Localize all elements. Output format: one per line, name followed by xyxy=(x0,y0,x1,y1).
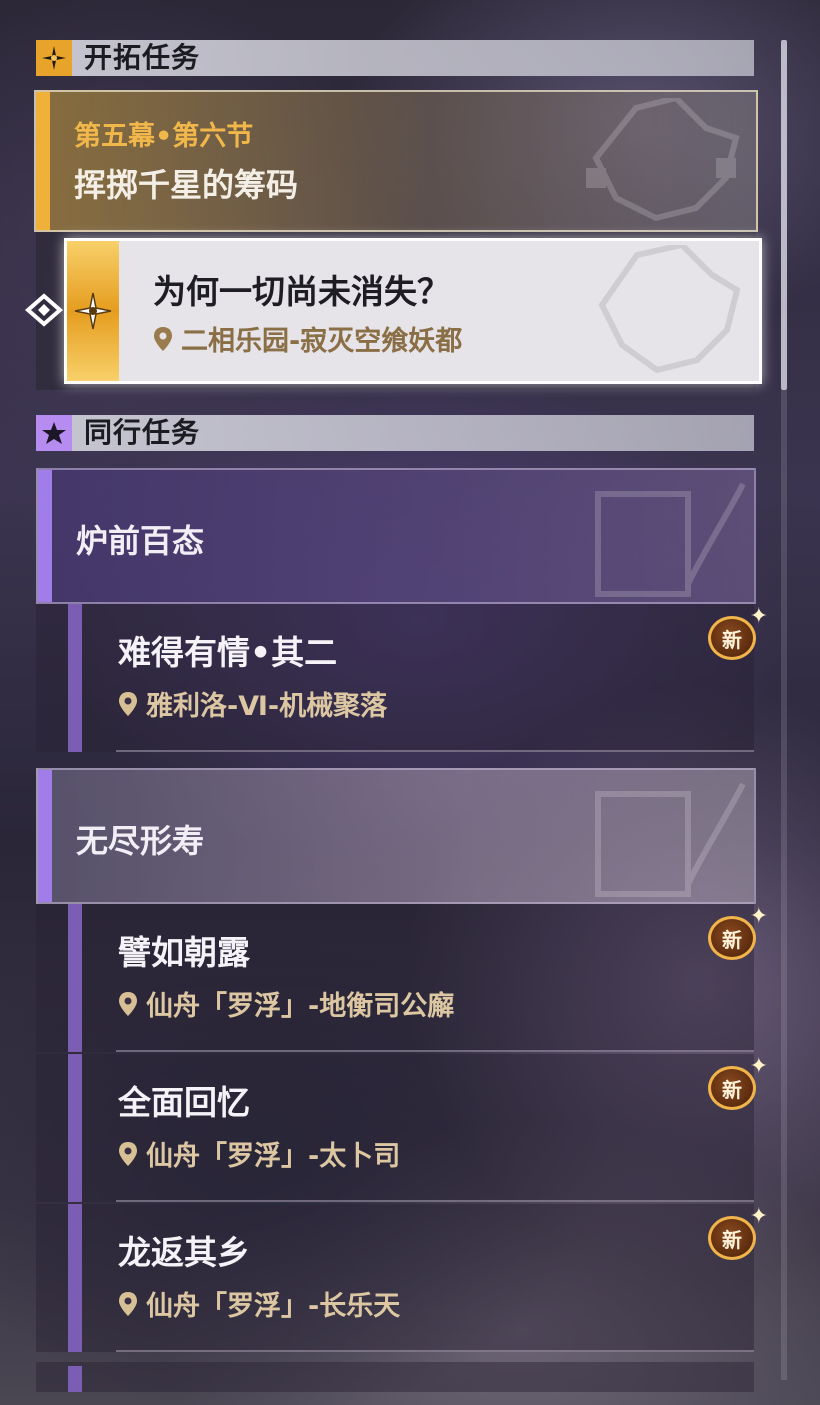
companion-group-card[interactable]: 无尽形寿 xyxy=(36,768,756,904)
quest-location: 仙舟「罗浮」-地衡司公廨 xyxy=(118,984,454,1023)
divider xyxy=(116,750,754,752)
quest-list-item[interactable]: 难得有情•其二 雅利洛-Ⅵ-机械聚落 xyxy=(36,604,754,752)
book-feather-emblem-icon xyxy=(595,782,746,897)
scrollbar-thumb[interactable] xyxy=(781,40,787,390)
diamond-arrow-icon xyxy=(24,293,64,327)
chapter-label: 第五幕•第六节 xyxy=(74,121,254,152)
new-badge-icon: 新 ✦ xyxy=(708,1056,768,1112)
chapter-title: 挥掷千星的筹码 xyxy=(74,166,299,204)
map-pin-icon xyxy=(119,691,137,716)
new-badge-icon: 新 ✦ xyxy=(708,606,768,662)
companion-section-title: 同行任务 xyxy=(84,416,201,449)
quest-location: 仙舟「罗浮」-长乐天 xyxy=(118,1284,400,1323)
card-accent-bar xyxy=(38,470,52,602)
trailblaze-chapter-card[interactable]: 第五幕•第六节 挥掷千星的筹码 xyxy=(34,90,758,232)
quest-accent-bar xyxy=(68,1054,82,1202)
quest-location-text: 仙舟「罗浮」-地衡司公廨 xyxy=(146,991,455,1022)
quest-title: 全面回忆 xyxy=(118,1083,250,1122)
divider xyxy=(116,1050,754,1052)
quest-location-text: 仙舟「罗浮」-太卜司 xyxy=(146,1141,401,1172)
map-pin-icon xyxy=(119,1291,137,1316)
trailblaze-section-header: 开拓任务 xyxy=(36,40,754,76)
quest-location: 雅利洛-Ⅵ-机械聚落 xyxy=(118,684,387,723)
tracked-quest-gold-strip xyxy=(67,241,119,381)
quest-list-item[interactable]: 龙返其乡 仙舟「罗浮」-长乐天 xyxy=(36,1204,754,1352)
quest-accent-bar xyxy=(68,904,82,1052)
quest-location-text: 雅利洛-Ⅵ-机械聚落 xyxy=(146,691,388,722)
quest-accent-bar xyxy=(68,1204,82,1352)
quest-list-item-partial[interactable] xyxy=(36,1362,754,1392)
map-pin-icon xyxy=(119,991,137,1016)
card-accent-bar xyxy=(36,92,50,230)
quest-location: 仙舟「罗浮」-太卜司 xyxy=(118,1134,400,1173)
tracked-quest-card[interactable]: 为何一切尚未消失？ 二相乐园-寂灭空飨妖都 xyxy=(64,238,762,384)
map-pin-icon xyxy=(154,326,172,351)
trailblaze-section-title: 开拓任务 xyxy=(84,41,201,74)
star-icon xyxy=(36,415,72,451)
sparkle-icon: ✦ xyxy=(749,1054,768,1079)
quest-accent-bar xyxy=(68,1366,82,1392)
divider xyxy=(116,1200,754,1202)
quest-title: 譬如朝露 xyxy=(118,933,250,972)
sparkle-icon: ✦ xyxy=(749,604,768,629)
map-pin-icon xyxy=(119,1141,137,1166)
quest-accent-bar xyxy=(68,604,82,752)
quest-list-item[interactable]: 譬如朝露 仙舟「罗浮」-地衡司公廨 xyxy=(36,904,754,1052)
companion-group-card[interactable]: 炉前百态 xyxy=(36,468,756,604)
companion-group-name: 炉前百态 xyxy=(76,522,205,560)
compass-star-icon xyxy=(74,292,112,330)
tracked-quest-title: 为何一切尚未消失？ xyxy=(153,272,450,311)
companion-group-name: 无尽形寿 xyxy=(76,822,205,860)
sparkle-icon: ✦ xyxy=(749,1204,768,1229)
new-badge-icon: 新 ✦ xyxy=(708,1206,768,1262)
book-feather-emblem-icon xyxy=(595,482,746,597)
tracked-quest-location: 二相乐园-寂灭空飨妖都 xyxy=(153,319,462,358)
scrollbar-track[interactable] xyxy=(781,390,787,1380)
divider xyxy=(116,1350,754,1352)
card-accent-bar xyxy=(38,770,52,902)
quest-title: 龙返其乡 xyxy=(118,1233,250,1272)
quest-location-text: 仙舟「罗浮」-长乐天 xyxy=(146,1291,401,1322)
new-badge-icon: 新 ✦ xyxy=(708,906,768,962)
quest-list-item[interactable]: 全面回忆 仙舟「罗浮」-太卜司 xyxy=(36,1054,754,1202)
trailblaze-emblem-icon xyxy=(598,245,741,374)
companion-section-header: 同行任务 xyxy=(36,415,754,451)
tracked-quest-location-text: 二相乐园-寂灭空飨妖都 xyxy=(181,326,463,357)
compass-star-icon xyxy=(36,40,72,76)
sparkle-icon: ✦ xyxy=(749,904,768,929)
quest-title: 难得有情•其二 xyxy=(118,633,338,672)
trailblaze-emblem-icon xyxy=(586,98,740,222)
